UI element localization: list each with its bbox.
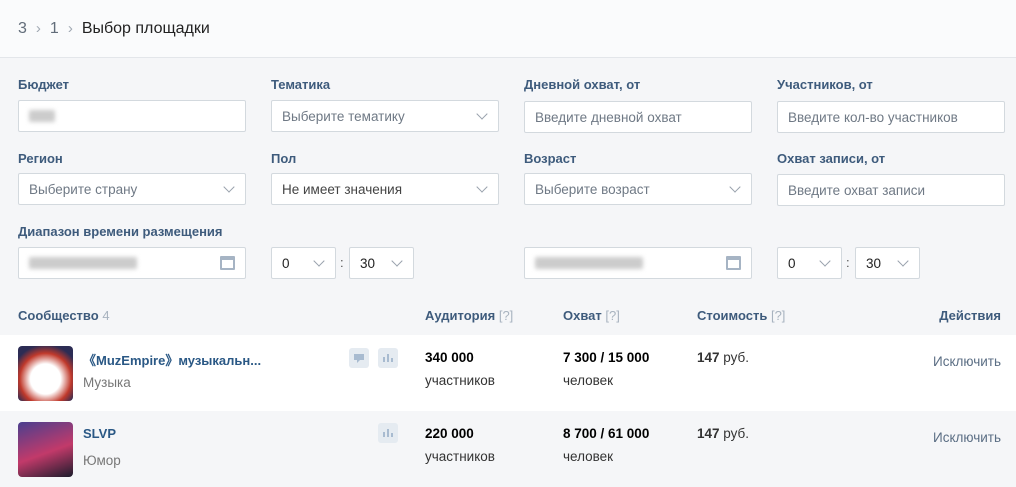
help-icon: [?] xyxy=(498,308,514,323)
gender-value: Не имеет значения xyxy=(282,181,403,197)
community-count: 4 xyxy=(102,308,110,323)
members-placeholder: Введите кол-во участников xyxy=(788,109,958,125)
audience-unit: участников xyxy=(425,373,495,388)
cost: 147 руб. xyxy=(697,426,750,441)
daily-reach-label: Дневной охват, от xyxy=(524,77,641,92)
time-range-label: Диапазон времени размещения xyxy=(18,224,223,239)
topic-label: Тематика xyxy=(271,77,331,92)
reach-unit: человек xyxy=(563,449,614,464)
chevron-down-icon xyxy=(897,255,909,267)
stats-icon[interactable] xyxy=(378,423,398,443)
budget-input[interactable] xyxy=(18,100,246,132)
post-reach-input[interactable]: Введите охват записи xyxy=(777,174,1005,206)
gender-label: Пол xyxy=(271,151,297,166)
exclude-button[interactable]: Исключить xyxy=(933,430,1001,445)
page-title: Выбор площадки xyxy=(81,19,210,37)
calendar-icon[interactable] xyxy=(726,256,741,270)
gender-select[interactable]: Не имеет значения xyxy=(271,173,499,205)
chevron-down-icon xyxy=(391,255,403,267)
to-hour-select[interactable]: 0 xyxy=(777,247,842,279)
date-to-input[interactable] xyxy=(524,247,752,279)
help-icon: [?] xyxy=(770,308,786,323)
age-placeholder: Выберите возраст xyxy=(535,181,650,197)
region-label: Регион xyxy=(18,151,63,166)
from-hour-value: 0 xyxy=(282,255,290,271)
post-reach-label: Охват записи, от xyxy=(777,151,886,166)
avatar[interactable] xyxy=(18,422,73,477)
exclude-button[interactable]: Исключить xyxy=(933,354,1001,369)
chevron-right-icon: › xyxy=(67,20,73,37)
cost: 147 руб. xyxy=(697,350,750,365)
to-hour-value: 0 xyxy=(788,255,796,271)
chevron-down-icon xyxy=(476,108,488,120)
time-colon: : xyxy=(340,255,344,270)
breadcrumb-item[interactable]: 1 xyxy=(50,20,59,38)
table-row: 《MuzEmpire》музыкальн... Музыка 340 000 у… xyxy=(0,335,1016,411)
chevron-right-icon: › xyxy=(35,20,41,37)
from-minute-select[interactable]: 30 xyxy=(349,247,414,279)
from-hour-select[interactable]: 0 xyxy=(271,247,336,279)
audience-unit: участников xyxy=(425,449,495,464)
calendar-icon[interactable] xyxy=(220,256,235,270)
chevron-down-icon xyxy=(313,255,325,267)
comment-icon[interactable] xyxy=(349,348,369,368)
members-label: Участников, от xyxy=(777,77,873,92)
chevron-down-icon xyxy=(476,181,488,193)
reach-value: 7 300 / 15 000 xyxy=(563,350,650,365)
avatar[interactable] xyxy=(18,346,73,401)
stats-icon[interactable] xyxy=(378,348,398,368)
header-cost[interactable]: Стоимость [?] xyxy=(697,308,785,323)
community-category: Юмор xyxy=(83,453,121,468)
reach-value: 8 700 / 61 000 xyxy=(563,426,650,441)
age-select[interactable]: Выберите возраст xyxy=(524,173,752,205)
reach-unit: человек xyxy=(563,373,614,388)
to-minute-value: 30 xyxy=(866,255,882,271)
header-actions: Действия xyxy=(939,308,1001,323)
chevron-down-icon xyxy=(729,181,741,193)
community-category: Музыка xyxy=(83,375,131,390)
audience-value: 340 000 xyxy=(425,350,474,365)
chevron-down-icon xyxy=(819,255,831,267)
members-input[interactable]: Введите кол-во участников xyxy=(777,101,1005,133)
header-community: Сообщество 4 xyxy=(18,308,110,323)
topic-placeholder: Выберите тематику xyxy=(282,108,405,124)
header-reach[interactable]: Охват [?] xyxy=(563,308,620,323)
community-name-link[interactable]: SLVP xyxy=(83,426,116,441)
audience-value: 220 000 xyxy=(425,426,474,441)
help-icon: [?] xyxy=(605,308,620,323)
post-reach-placeholder: Введите охват записи xyxy=(788,182,926,198)
table-row: SLVP Юмор 220 000 участников 8 700 / 61 … xyxy=(0,411,1016,487)
date-from-input[interactable] xyxy=(18,247,246,279)
budget-label: Бюджет xyxy=(18,77,69,92)
age-label: Возраст xyxy=(524,151,577,166)
breadcrumb: 3 › 1 › Выбор площадки xyxy=(0,0,1016,58)
from-minute-value: 30 xyxy=(360,255,376,271)
topic-select[interactable]: Выберите тематику xyxy=(271,100,499,132)
chevron-down-icon xyxy=(223,181,235,193)
daily-reach-input[interactable]: Введите дневной охват xyxy=(524,101,752,133)
region-placeholder: Выберите страну xyxy=(29,181,138,197)
to-minute-select[interactable]: 30 xyxy=(855,247,920,279)
daily-reach-placeholder: Введите дневной охват xyxy=(535,109,682,125)
region-select[interactable]: Выберите страну xyxy=(18,173,246,205)
header-audience[interactable]: Аудитория [?] xyxy=(425,308,513,323)
time-colon: : xyxy=(846,255,850,270)
community-name-link[interactable]: 《MuzEmpire》музыкальн... xyxy=(83,350,261,369)
breadcrumb-item[interactable]: 3 xyxy=(18,20,27,38)
